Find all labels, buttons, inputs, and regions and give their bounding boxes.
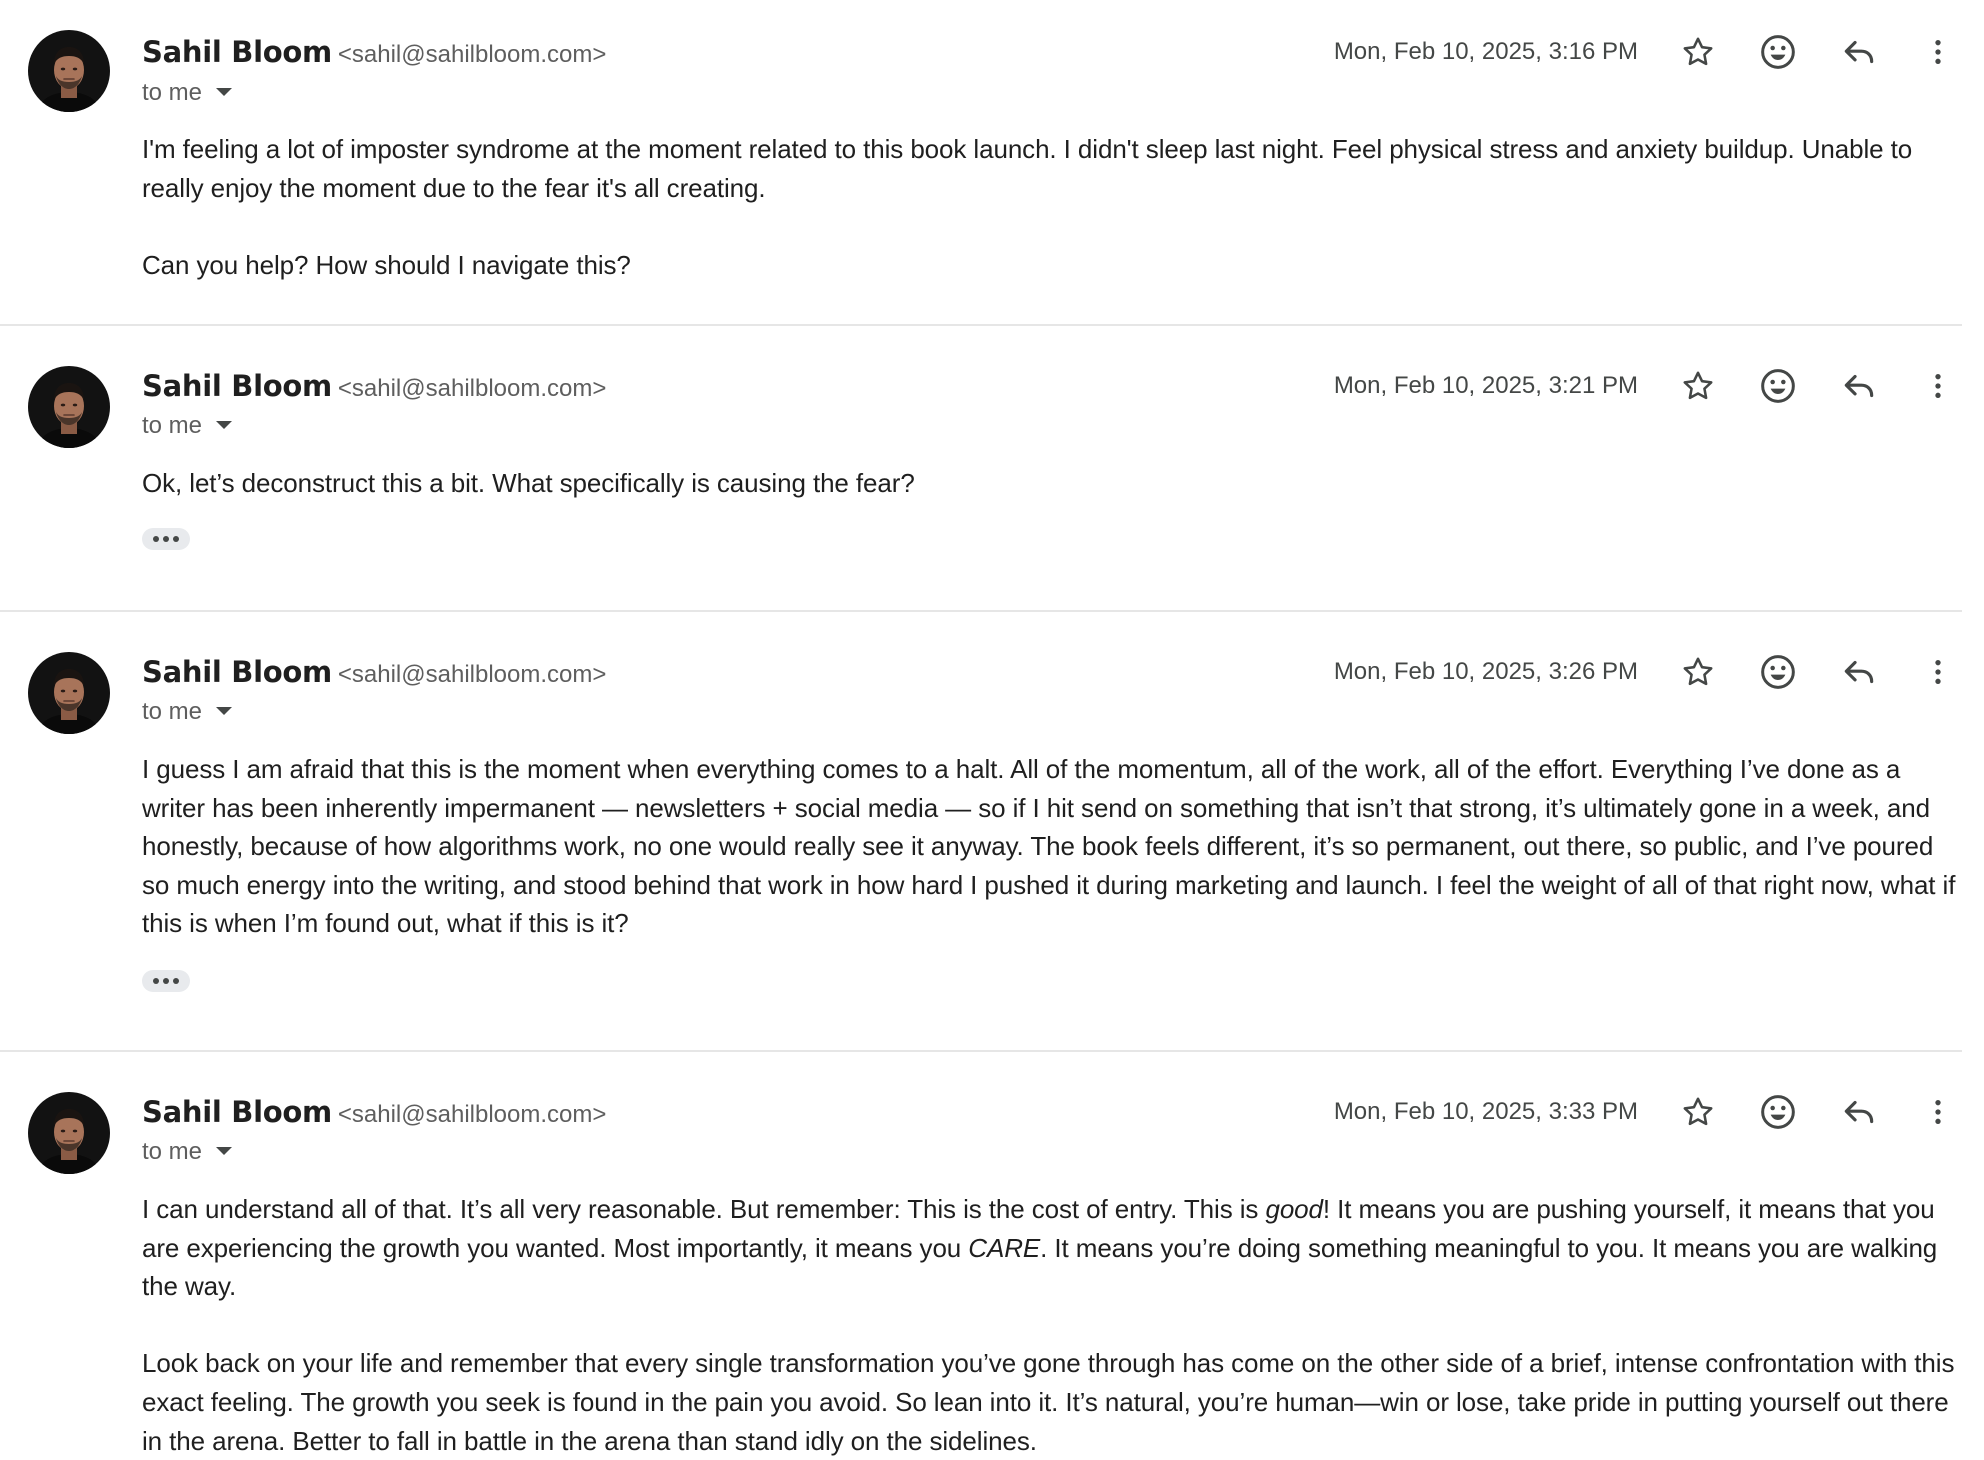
more-vertical-icon [1922,370,1954,402]
star-button[interactable] [1674,648,1722,696]
more-options-button[interactable] [1914,362,1962,410]
star-outline-icon [1680,34,1716,70]
star-outline-icon [1680,1094,1716,1130]
email-thread: Sahil Bloom <sahil@sahilbloom.com> to me … [0,0,1984,1456]
message-body: I'm feeling a lot of imposter syndrome a… [142,130,1962,284]
add-reaction-button[interactable] [1754,648,1802,696]
reply-arrow-icon [1840,653,1878,691]
sender-avatar[interactable] [28,652,110,734]
add-reaction-button[interactable] [1754,28,1802,76]
emphasis-text: CARE [968,1232,1041,1263]
recipient-label: to me [142,412,203,439]
message-date: Mon, Feb 10, 2025, 3:21 PM [1333,372,1638,399]
sender-avatar[interactable] [28,1092,110,1174]
sender-name[interactable]: Sahil Bloom [142,35,332,69]
add-reaction-icon [1758,32,1798,72]
sender-name[interactable]: Sahil Bloom [142,655,332,689]
caret-down-icon [216,706,233,715]
message-body: Ok, let’s deconstruct this a bit. What s… [142,464,1962,503]
recipient-dropdown[interactable]: to me [142,410,233,442]
caret-down-icon [216,87,233,96]
message-date: Mon, Feb 10, 2025, 3:26 PM [1333,658,1638,685]
recipient-dropdown[interactable]: to me [142,1136,233,1168]
body-paragraph: I can understand all of that. It’s all v… [142,1190,1962,1306]
reply-button[interactable] [1835,648,1883,696]
body-paragraph: Can you help? How should I navigate this… [142,249,631,280]
reply-arrow-icon [1840,1093,1878,1131]
body-paragraph: Look back on your life and remember that… [142,1348,1955,1456]
more-vertical-icon [1922,656,1954,688]
message-date: Mon, Feb 10, 2025, 3:16 PM [1333,38,1638,65]
show-trimmed-content-icon [153,536,159,542]
recipient-label: to me [142,1138,203,1165]
reply-arrow-icon [1840,33,1878,71]
message-body: I guess I am afraid that this is the mom… [142,750,1962,943]
dot [173,978,179,984]
body-text: I can understand all of that. It’s all v… [142,1194,1266,1224]
sender-email: <sahil@sahilbloom.com> [337,41,607,68]
message-body: I can understand all of that. It’s all v… [142,1190,1962,1460]
sender-email: <sahil@sahilbloom.com> [337,661,607,688]
add-reaction-icon [1758,652,1798,692]
add-reaction-icon [1758,1092,1798,1132]
show-trimmed-content-icon [153,978,159,984]
message-divider [0,1050,1962,1052]
caret-down-icon [216,1146,233,1155]
more-options-button[interactable] [1914,28,1962,76]
star-outline-icon [1680,654,1716,690]
reply-button[interactable] [1835,362,1883,410]
star-button[interactable] [1674,28,1722,76]
sender-email: <sahil@sahilbloom.com> [337,1101,607,1128]
reply-button[interactable] [1835,1088,1883,1136]
show-trimmed-content-button[interactable] [142,970,190,992]
message-4: Sahil Bloom <sahil@sahilbloom.com> to me … [0,1062,1984,1456]
dot [163,536,169,542]
recipient-label: to me [142,698,203,725]
add-reaction-button[interactable] [1754,1088,1802,1136]
sender-name[interactable]: Sahil Bloom [142,369,332,403]
add-reaction-icon [1758,366,1798,406]
sender-line: Sahil Bloom <sahil@sahilbloom.com> [142,32,606,72]
body-paragraph: I guess I am afraid that this is the mom… [142,754,1956,939]
sender-email: <sahil@sahilbloom.com> [337,375,607,402]
sender-line: Sahil Bloom <sahil@sahilbloom.com> [142,366,606,406]
dot [163,978,169,984]
message-3: Sahil Bloom <sahil@sahilbloom.com> to me … [0,622,1984,1042]
more-options-button[interactable] [1914,1088,1962,1136]
sender-line: Sahil Bloom <sahil@sahilbloom.com> [142,652,606,692]
sender-line: Sahil Bloom <sahil@sahilbloom.com> [142,1092,606,1132]
recipient-dropdown[interactable]: to me [142,696,233,728]
add-reaction-button[interactable] [1754,362,1802,410]
more-vertical-icon [1922,1096,1954,1128]
message-2: Sahil Bloom <sahil@sahilbloom.com> to me … [0,336,1984,606]
recipient-label: to me [142,79,203,106]
dot [173,536,179,542]
message-divider [0,610,1962,612]
sender-avatar[interactable] [28,366,110,448]
message-1: Sahil Bloom <sahil@sahilbloom.com> to me … [0,0,1984,320]
body-paragraph: I'm feeling a lot of imposter syndrome a… [142,134,1913,203]
caret-down-icon [216,420,233,429]
message-divider [0,324,1962,326]
star-outline-icon [1680,368,1716,404]
message-date: Mon, Feb 10, 2025, 3:33 PM [1333,1098,1638,1125]
sender-avatar[interactable] [28,30,110,112]
show-trimmed-content-button[interactable] [142,528,190,550]
emphasis-text: good [1265,1194,1323,1224]
more-vertical-icon [1922,36,1954,68]
sender-name[interactable]: Sahil Bloom [142,1095,332,1129]
more-options-button[interactable] [1914,648,1962,696]
body-paragraph: Ok, let’s deconstruct this a bit. What s… [142,468,915,498]
reply-arrow-icon [1840,367,1878,405]
star-button[interactable] [1674,362,1722,410]
reply-button[interactable] [1835,28,1883,76]
recipient-dropdown[interactable]: to me [142,77,233,109]
star-button[interactable] [1674,1088,1722,1136]
